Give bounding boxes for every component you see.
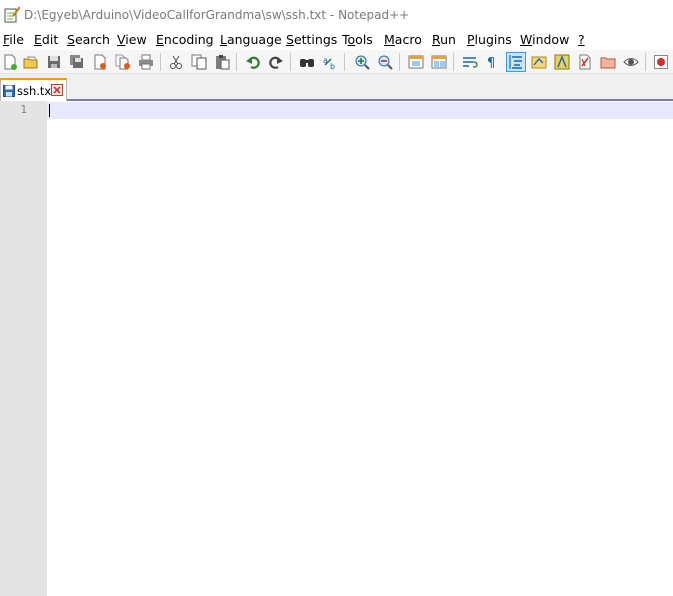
toolbar-separator [236,53,237,71]
close-all-icon[interactable] [113,52,133,72]
save-all-icon[interactable] [67,52,87,72]
toolbar-separator [453,53,454,71]
tab-label: ssh.txt [17,83,56,98]
indent-guide-icon[interactable] [506,52,526,72]
document-map-icon[interactable] [575,52,595,72]
close-tab-icon[interactable] [51,84,63,96]
undo-icon[interactable] [243,52,263,72]
sync-horizontal-icon[interactable] [429,52,449,72]
zoom-in-icon[interactable] [352,52,372,72]
window-title: D:\Egyeb\Arduino\VideoCallforGrandma\sw\… [24,8,410,22]
menu-search[interactable]: Search [67,32,110,47]
sync-vertical-icon[interactable] [406,52,426,72]
save-icon[interactable] [44,52,64,72]
show-all-characters-icon[interactable]: ¶ [482,52,502,72]
text-caret [49,104,50,117]
menu-tools[interactable]: Tools [342,32,373,47]
copy-icon[interactable] [189,52,209,72]
toolbar-separator [160,53,161,71]
toolbar-separator [399,53,400,71]
word-wrap-icon[interactable] [460,52,480,72]
toolbar-separator [645,53,646,71]
menu-bar: File Edit Search View Encoding Language … [0,30,673,50]
title-bar: D:\Egyeb\Arduino\VideoCallforGrandma\sw\… [0,0,673,30]
replace-icon[interactable]: ab [320,52,340,72]
line-number-gutter: 1 [0,101,47,596]
tab-ssh-txt[interactable]: ssh.txt [0,78,67,101]
svg-text:b: b [330,62,335,70]
menu-help[interactable]: ? [578,32,585,47]
menu-language[interactable]: Language [220,32,282,47]
monitoring-icon[interactable] [621,52,641,72]
menu-view[interactable]: View [117,32,147,47]
redo-icon[interactable] [266,52,286,72]
folder-workspace-icon[interactable] [598,52,618,72]
close-icon[interactable] [90,52,110,72]
new-file-icon[interactable] [0,52,20,72]
open-file-icon[interactable] [21,52,41,72]
cut-icon[interactable] [166,52,186,72]
menu-settings[interactable]: Settings [286,32,337,47]
tab-bar: ssh.txt [0,74,673,101]
menu-window[interactable]: Window [520,32,569,47]
function-list-icon[interactable] [552,52,572,72]
menu-encoding[interactable]: Encoding [156,32,214,47]
menu-run[interactable]: Run [432,32,456,47]
menu-macro[interactable]: Macro [384,32,422,47]
line-number: 1 [20,103,27,116]
find-icon[interactable] [297,52,317,72]
zoom-out-icon[interactable] [375,52,395,72]
svg-text:¶: ¶ [487,56,495,70]
paste-icon[interactable] [212,52,232,72]
menu-plugins[interactable]: Plugins [467,32,512,47]
menu-edit[interactable]: Edit [34,32,58,47]
menu-file[interactable]: File [3,32,24,47]
notepad-plus-plus-icon [4,6,20,23]
language-icon[interactable] [529,52,549,72]
saved-file-icon [3,84,15,97]
record-macro-icon[interactable] [651,52,671,72]
toolbar-separator [290,53,291,71]
toolbar-separator [344,53,345,71]
current-line-highlight [47,102,673,119]
toolbar: ab ¶ [0,50,673,74]
print-icon[interactable] [136,52,156,72]
editor-area[interactable]: 1 [0,101,673,596]
